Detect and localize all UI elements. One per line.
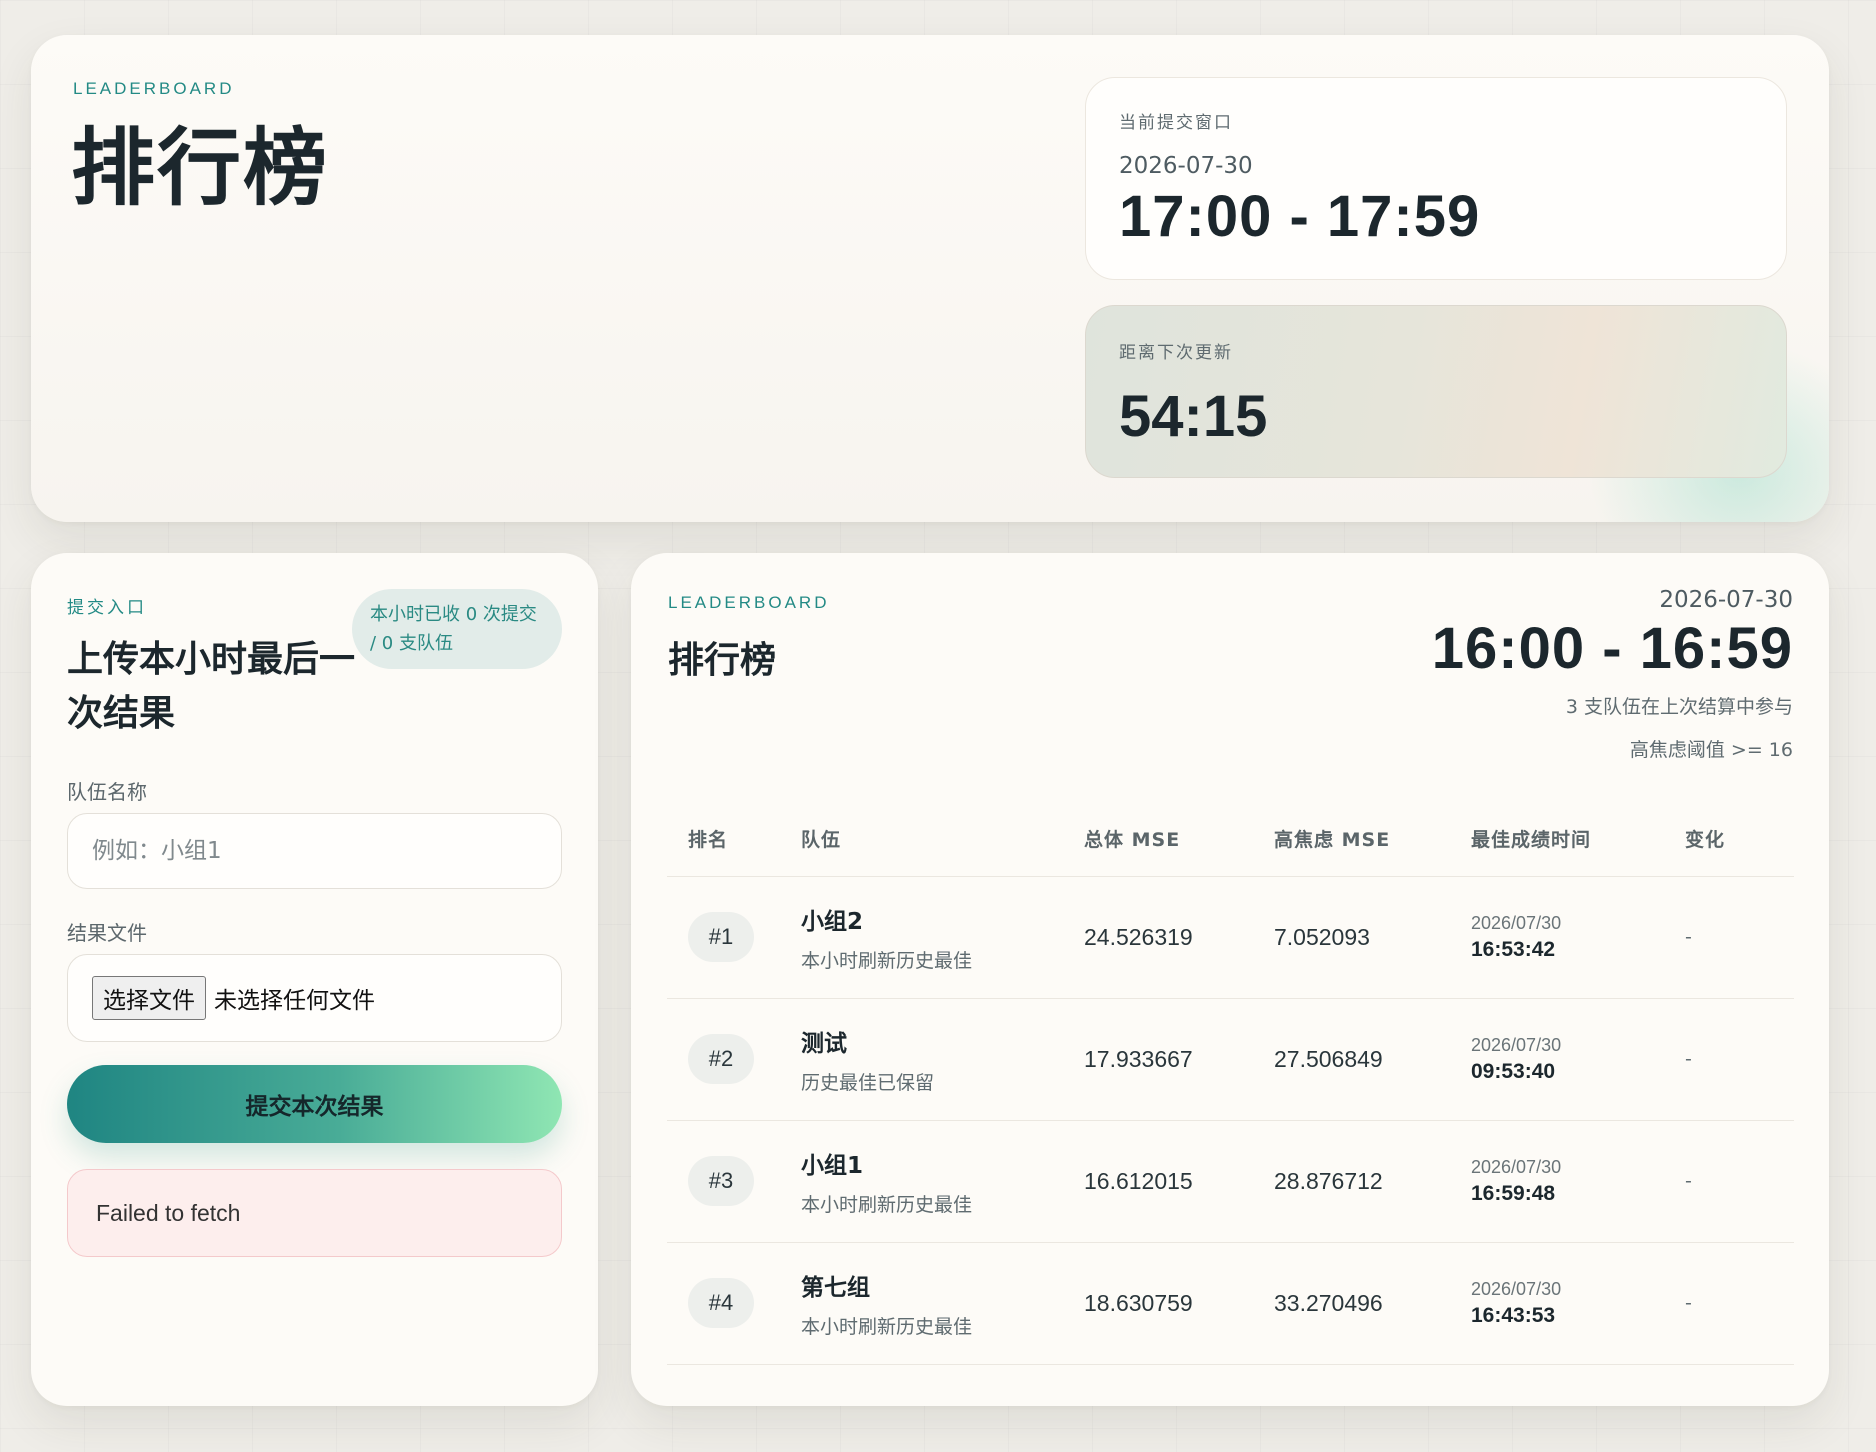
high-anxiety-mse: 7.052093: [1274, 876, 1471, 999]
best-date: 2026/07/30: [1471, 1156, 1562, 1177]
board-range: 16:00 - 16:59: [1431, 616, 1793, 681]
best-time: 16:43:53: [1471, 1303, 1556, 1327]
countdown-card: 距离下次更新 54:15: [1085, 305, 1787, 478]
high-anxiety-mse: 27.506849: [1274, 998, 1471, 1121]
result-file-label: 结果文件: [67, 921, 147, 945]
team-name: 小组2: [801, 908, 864, 935]
current-window-label: 当前提交窗口: [1119, 113, 1233, 133]
submit-title: 上传本小时最后一次结果: [67, 639, 356, 734]
table-row: #3 小组1 本小时刷新历史最佳 16.612015 28.876712 2026…: [667, 1120, 1794, 1243]
rank-change: -: [1685, 1242, 1794, 1365]
file-picker: 选择文件 未选择任何文件: [68, 955, 561, 1041]
best-time: 16:53:42: [1471, 937, 1556, 961]
team-name-label: 队伍名称: [67, 780, 147, 804]
file-status-text: 未选择任何文件: [214, 988, 375, 1014]
leaderboard-table: 排名 队伍 总体 MSE 高焦虑 MSE 最佳成绩时间 变化 #1 小组2 本小时…: [667, 801, 1794, 1365]
submit-result-button[interactable]: 提交本次结果: [67, 1065, 562, 1143]
board-meta: 2026-07-30 16:00 - 16:59 3 支队伍在上次结算中参与 高…: [1432, 587, 1793, 762]
column-header-best-time: 最佳成绩时间: [1471, 801, 1685, 877]
error-text: Failed to fetch: [96, 1199, 241, 1226]
result-file-field: 选择文件 未选择任何文件: [67, 954, 562, 1042]
team-name-field: [67, 813, 562, 889]
board-date: 2026-07-30: [1659, 587, 1793, 613]
board-eyebrow: LEADERBOARD: [668, 593, 830, 612]
submission-count-badge: 本小时已收 0 次提交 / 0 支队伍: [352, 589, 562, 669]
error-message: Failed to fetch: [67, 1169, 562, 1257]
threshold-text: 高焦虑阈值 >= 16: [1629, 739, 1793, 761]
table-row: #4 第七组本小时刷新历史最佳 18.630759 33.270496 2026…: [667, 1242, 1794, 1365]
column-header-team: 队伍: [801, 801, 1084, 877]
participants-text: 3 支队伍在上次结算中参与: [1565, 696, 1793, 718]
rank-change: -: [1685, 876, 1794, 999]
best-date: 2026/07/30: [1471, 1278, 1562, 1299]
total-mse: 18.630759: [1084, 1242, 1274, 1365]
page-title: 排行榜: [71, 119, 330, 217]
high-anxiety-mse: 33.270496: [1274, 1242, 1471, 1365]
team-name: 第七组: [801, 1274, 870, 1301]
team-note: 本小时刷新历史最佳: [801, 1193, 973, 1216]
total-mse: 16.612015: [1084, 1120, 1274, 1243]
current-window-range: 17:00 - 17:59: [1119, 184, 1481, 249]
team-name: 小组1: [801, 1152, 864, 1179]
rank-badge: #1: [688, 912, 754, 962]
total-mse: 24.526319: [1084, 876, 1274, 999]
leaderboard-panel: LEADERBOARD 排行榜 2026-07-30 16:00 - 16:59…: [631, 553, 1829, 1406]
column-header-rank: 排名: [667, 801, 801, 877]
submit-panel: 提交入口 上传本小时最后一次结果 本小时已收 0 次提交 / 0 支队伍 队伍名…: [31, 553, 598, 1406]
team-name-input[interactable]: [68, 814, 561, 888]
column-header-high-mse: 高焦虑 MSE: [1274, 801, 1471, 877]
countdown-value: 54:15: [1119, 384, 1268, 449]
best-date: 2026/07/30: [1471, 912, 1562, 933]
team-note: 本小时刷新历史最佳: [801, 949, 973, 972]
current-window-date: 2026-07-30: [1119, 153, 1253, 179]
choose-file-button[interactable]: 选择文件: [92, 976, 206, 1020]
team-note: 历史最佳已保留: [801, 1071, 935, 1094]
best-time: 09:53:40: [1471, 1059, 1556, 1083]
table-header-row: 排名 队伍 总体 MSE 高焦虑 MSE 最佳成绩时间 变化: [667, 801, 1794, 877]
total-mse: 17.933667: [1084, 998, 1274, 1121]
team-name: 测试: [801, 1030, 847, 1057]
current-window-card: 当前提交窗口 2026-07-30 17:00 - 17:59: [1085, 77, 1787, 280]
rank-badge: #2: [688, 1034, 754, 1084]
rank-badge: #3: [688, 1156, 754, 1206]
hero-eyebrow: LEADERBOARD: [73, 79, 235, 98]
column-header-total-mse: 总体 MSE: [1084, 801, 1274, 877]
submit-eyebrow: 提交入口: [67, 598, 147, 617]
high-anxiety-mse: 28.876712: [1274, 1120, 1471, 1243]
table-row: #1 小组2 本小时刷新历史最佳 24.526319 7.052093 2026/…: [667, 876, 1794, 999]
rank-change: -: [1685, 998, 1794, 1121]
hero-panel: LEADERBOARD 排行榜 当前提交窗口 2026-07-30 17:00 …: [31, 35, 1829, 522]
best-date: 2026/07/30: [1471, 1034, 1562, 1055]
table-row: #2 测试历史最佳已保留 17.933667 27.506849 2026/07…: [667, 998, 1794, 1121]
countdown-label: 距离下次更新: [1119, 343, 1233, 363]
best-time: 16:59:48: [1471, 1181, 1556, 1205]
board-title: 排行榜: [668, 640, 777, 681]
team-note: 本小时刷新历史最佳: [801, 1315, 973, 1338]
column-header-change: 变化: [1685, 801, 1794, 877]
rank-badge: #4: [688, 1278, 754, 1328]
rank-change: -: [1685, 1120, 1794, 1243]
